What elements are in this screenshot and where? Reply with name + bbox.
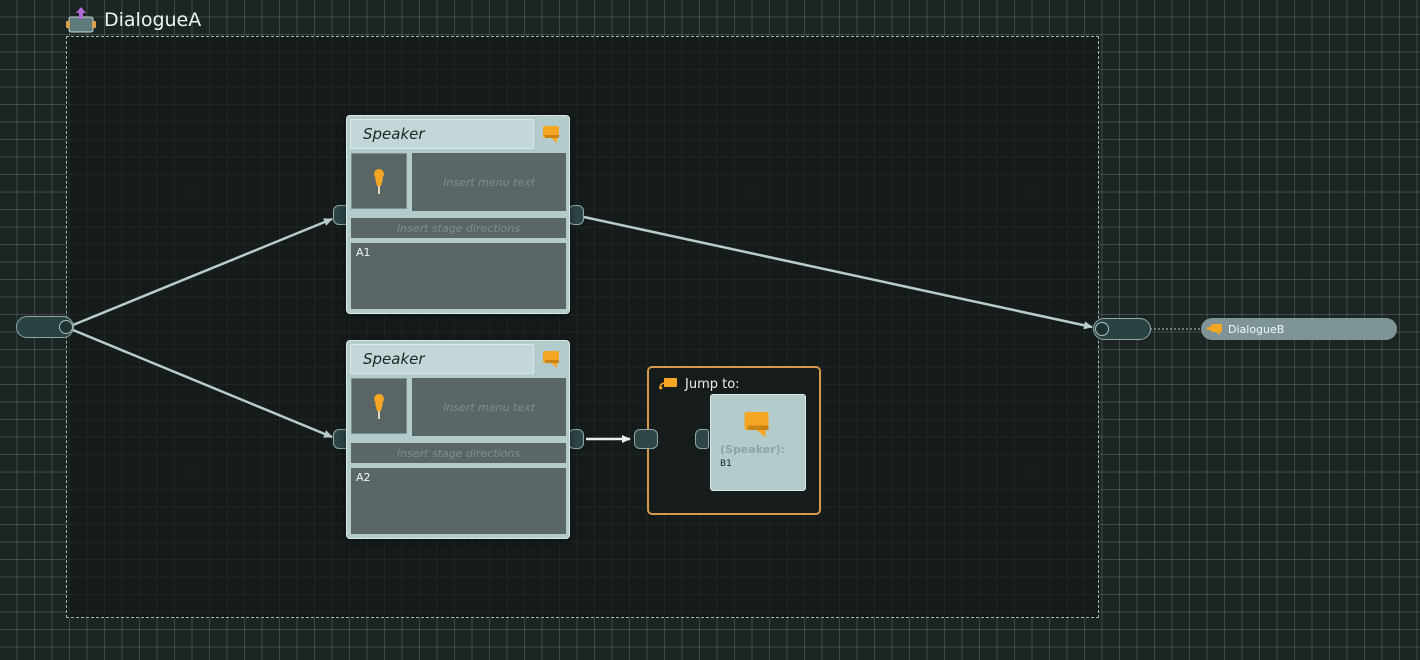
container-input-pin-knob[interactable] bbox=[59, 320, 73, 334]
speech-bubble-icon bbox=[744, 412, 769, 438]
container-name[interactable]: DialogueA bbox=[104, 9, 201, 31]
pin-icon bbox=[374, 394, 384, 419]
node-a1-output-pin[interactable] bbox=[568, 205, 584, 225]
node-a2-output-pin[interactable] bbox=[568, 429, 584, 449]
container-output-pin-knob[interactable] bbox=[1095, 322, 1109, 336]
speech-bubble-icon bbox=[543, 126, 559, 143]
speaker-label: Speaker bbox=[363, 350, 425, 368]
menu-text-field[interactable]: Insert menu text bbox=[412, 153, 566, 211]
pin-icon bbox=[374, 169, 384, 194]
dialogue-text: A1 bbox=[356, 246, 371, 259]
jump-input-pin[interactable] bbox=[634, 429, 658, 449]
speaker-portrait[interactable] bbox=[351, 378, 407, 434]
stage-directions-placeholder: Insert stage directions bbox=[396, 221, 521, 235]
speaker-portrait[interactable] bbox=[351, 153, 407, 209]
dialogue-fragment-a1[interactable]: Speaker Insert menu text Insert stage di… bbox=[346, 115, 570, 314]
speaker-label: Speaker bbox=[363, 125, 425, 143]
menu-text-placeholder: Insert menu text bbox=[443, 175, 535, 189]
jump-target-input-pin[interactable] bbox=[695, 429, 709, 449]
stage-directions-field[interactable]: Insert stage directions bbox=[351, 443, 566, 463]
speech-bubble-icon bbox=[543, 351, 559, 368]
dialogue-fragment-a2[interactable]: Speaker Insert menu text Insert stage di… bbox=[346, 340, 570, 539]
speech-bubble-icon bbox=[1207, 324, 1222, 335]
jump-label: Jump to: bbox=[685, 376, 740, 392]
jump-icon bbox=[659, 378, 677, 390]
speaker-field[interactable]: Speaker bbox=[350, 119, 534, 149]
jump-target-speaker: (Speaker): bbox=[720, 443, 786, 456]
dialogue-text-field[interactable]: A1 bbox=[351, 243, 566, 309]
target-reference-label: DialogueB bbox=[1228, 322, 1285, 336]
menu-text-placeholder: Insert menu text bbox=[443, 400, 535, 414]
jump-target-text: B1 bbox=[720, 459, 732, 469]
flow-fragment-icon bbox=[66, 7, 96, 33]
stage-directions-placeholder: Insert stage directions bbox=[396, 446, 521, 460]
container-title[interactable]: DialogueA bbox=[66, 6, 201, 34]
jump-target-card[interactable]: (Speaker): B1 bbox=[710, 394, 806, 491]
jump-header: Jump to: bbox=[659, 374, 740, 394]
dialogue-text-field[interactable]: A2 bbox=[351, 468, 566, 534]
speaker-field[interactable]: Speaker bbox=[350, 344, 534, 374]
menu-text-field[interactable]: Insert menu text bbox=[412, 378, 566, 436]
stage-directions-field[interactable]: Insert stage directions bbox=[351, 218, 566, 238]
jump-node[interactable]: Jump to: (Speaker): B1 bbox=[647, 366, 821, 515]
flow-fragment-container[interactable] bbox=[66, 36, 1099, 618]
dialogue-text: A2 bbox=[356, 471, 371, 484]
target-reference[interactable]: DialogueB bbox=[1201, 318, 1397, 340]
